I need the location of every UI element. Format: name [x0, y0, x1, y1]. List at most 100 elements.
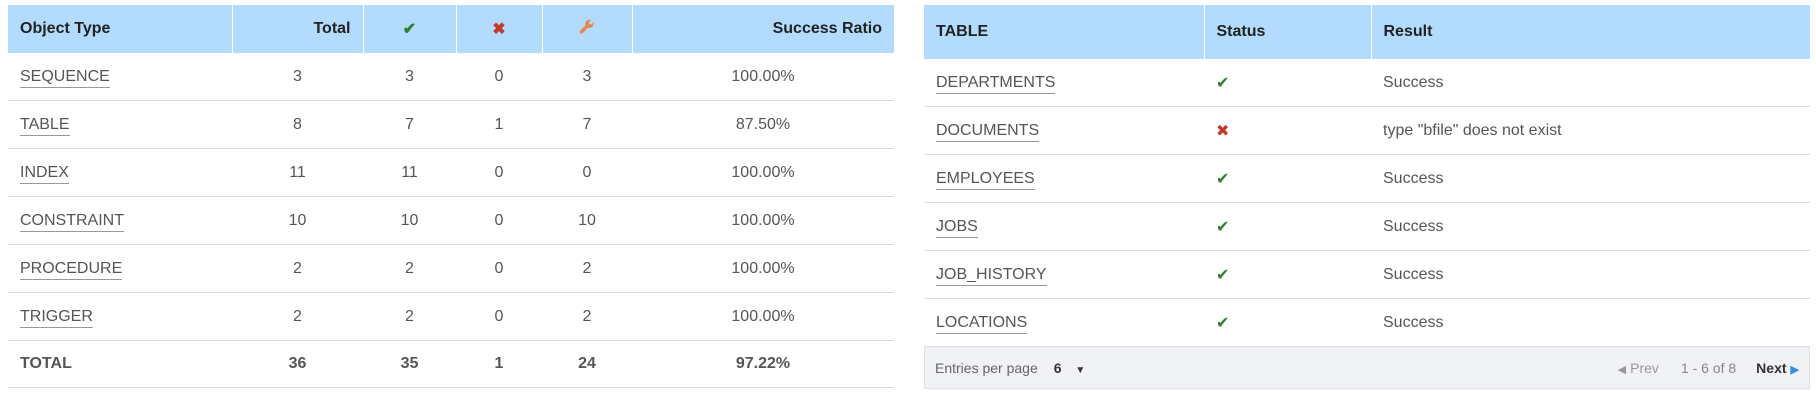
- object-summary-table: Object Type Total ✔ ✖ Success Ratio SEQU…: [8, 5, 894, 388]
- failure-count-cell: 1: [456, 100, 542, 149]
- next-label: Next: [1756, 359, 1787, 376]
- total-cell: 36: [232, 340, 363, 388]
- entries-per-page-select[interactable]: 6 ▼: [1038, 360, 1086, 376]
- object-type-cell: PROCEDURE: [8, 244, 232, 293]
- summary-header-row: Object Type Total ✔ ✖ Success Ratio: [8, 5, 894, 53]
- fixed-count-cell: 24: [542, 340, 632, 388]
- object-type-header[interactable]: Object Type: [8, 5, 233, 53]
- failure-count-cell: 0: [456, 244, 542, 293]
- table-row: SEQUENCE 3 3 0 3 100.00%: [8, 53, 894, 101]
- table-row: PROCEDURE 2 2 0 2 100.00%: [8, 244, 894, 293]
- success-ratio-cell: 97.22%: [632, 340, 894, 388]
- check-icon: ✔: [1216, 170, 1230, 188]
- prev-page-button[interactable]: ◀ Prev: [1618, 360, 1659, 376]
- result-cell: Success: [1371, 154, 1810, 203]
- status-cell: ✔: [1204, 154, 1371, 203]
- object-type-link[interactable]: TRIGGER: [20, 307, 93, 328]
- detail-panel: TABLE Status Result DEPARTMENTS ✔ Succes…: [924, 5, 1810, 389]
- table-name-link[interactable]: LOCATIONS: [936, 313, 1028, 334]
- total-header[interactable]: Total: [232, 5, 364, 53]
- failure-count-cell: 0: [456, 196, 542, 245]
- page-range-text: 1 - 6 of 8: [1680, 359, 1737, 376]
- fixed-count-cell: 0: [542, 148, 632, 197]
- table-row: DEPARTMENTS ✔ Success: [924, 59, 1810, 107]
- result-cell: type "bfile" does not exist: [1371, 106, 1810, 155]
- detail-header-row: TABLE Status Result: [924, 5, 1810, 59]
- table-column-header[interactable]: TABLE: [924, 5, 1205, 59]
- success-ratio-cell: 100.00%: [632, 244, 894, 293]
- total-cell: 2: [232, 292, 363, 341]
- status-cell: ✔: [1204, 202, 1371, 251]
- success-ratio-cell: 100.00%: [632, 292, 894, 341]
- table-name-cell: EMPLOYEES: [924, 154, 1204, 203]
- table-row: EMPLOYEES ✔ Success: [924, 154, 1810, 203]
- success-count-cell: 2: [363, 244, 456, 293]
- success-ratio-cell: 87.50%: [632, 100, 894, 149]
- object-type-link[interactable]: TABLE: [20, 115, 70, 136]
- table-name-link[interactable]: DEPARTMENTS: [936, 73, 1056, 94]
- object-type-link[interactable]: PROCEDURE: [20, 259, 123, 280]
- table-row: JOBS ✔ Success: [924, 202, 1810, 251]
- object-type-link[interactable]: SEQUENCE: [20, 67, 110, 88]
- table-row: DOCUMENTS ✖ type "bfile" does not exist: [924, 106, 1810, 155]
- table-name-cell: DEPARTMENTS: [924, 59, 1204, 107]
- success-header[interactable]: ✔: [363, 5, 457, 53]
- table-row: TRIGGER 2 2 0 2 100.00%: [8, 292, 894, 341]
- fixed-header[interactable]: [542, 5, 633, 53]
- total-row: TOTAL 36 35 1 24 97.22%: [8, 340, 894, 388]
- table-name-link[interactable]: DOCUMENTS: [936, 121, 1040, 142]
- object-type-cell: SEQUENCE: [8, 53, 232, 101]
- object-type-cell: CONSTRAINT: [8, 196, 232, 245]
- failure-count-cell: 0: [456, 53, 542, 101]
- total-cell: 3: [232, 53, 363, 101]
- success-ratio-header[interactable]: Success Ratio: [632, 5, 894, 53]
- fixed-count-cell: 2: [542, 292, 632, 341]
- object-type-cell: TABLE: [8, 100, 232, 149]
- table-row: INDEX 11 11 0 0 100.00%: [8, 148, 894, 197]
- total-cell: 2: [232, 244, 363, 293]
- success-count-cell: 7: [363, 100, 456, 149]
- status-column-header[interactable]: Status: [1204, 5, 1372, 59]
- fixed-count-cell: 3: [542, 53, 632, 101]
- result-column-header[interactable]: Result: [1371, 5, 1810, 59]
- total-label: TOTAL: [8, 340, 232, 388]
- failure-header[interactable]: ✖: [456, 5, 543, 53]
- table-name-cell: LOCATIONS: [924, 298, 1204, 347]
- result-cell: Success: [1371, 59, 1810, 107]
- table-row: LOCATIONS ✔ Success: [924, 298, 1810, 347]
- result-cell: Success: [1371, 298, 1810, 347]
- table-name-link[interactable]: JOB_HISTORY: [936, 265, 1047, 286]
- next-page-button[interactable]: Next ▶: [1756, 360, 1799, 376]
- object-type-cell: TRIGGER: [8, 292, 232, 341]
- wrench-icon: [579, 19, 595, 39]
- total-cell: 10: [232, 196, 363, 245]
- table-name-cell: DOCUMENTS: [924, 106, 1204, 155]
- success-ratio-cell: 100.00%: [632, 148, 894, 197]
- fixed-count-cell: 2: [542, 244, 632, 293]
- prev-label: Prev: [1630, 359, 1659, 376]
- result-cell: Success: [1371, 250, 1810, 299]
- failure-count-cell: 0: [456, 148, 542, 197]
- pagination-bar: Entries per page 6 ▼ ◀ Prev 1 - 6 of 8 Ne…: [924, 347, 1810, 389]
- success-count-cell: 10: [363, 196, 456, 245]
- check-icon: ✔: [1216, 218, 1230, 236]
- check-icon: ✔: [1216, 314, 1230, 332]
- failure-count-cell: 1: [456, 340, 542, 388]
- table-row: TABLE 8 7 1 7 87.50%: [8, 100, 894, 149]
- table-name-link[interactable]: EMPLOYEES: [936, 169, 1035, 190]
- cross-icon: ✖: [1216, 122, 1230, 140]
- success-ratio-cell: 100.00%: [632, 196, 894, 245]
- total-cell: 8: [232, 100, 363, 149]
- success-count-cell: 3: [363, 53, 456, 101]
- status-cell: ✔: [1204, 250, 1371, 299]
- table-name-link[interactable]: JOBS: [936, 217, 978, 238]
- table-name-cell: JOB_HISTORY: [924, 250, 1204, 299]
- object-type-cell: INDEX: [8, 148, 232, 197]
- success-count-cell: 2: [363, 292, 456, 341]
- object-type-link[interactable]: CONSTRAINT: [20, 211, 124, 232]
- object-type-link[interactable]: INDEX: [20, 163, 69, 184]
- status-cell: ✔: [1204, 298, 1371, 347]
- chevron-right-icon: ▶: [1790, 363, 1799, 376]
- failure-count-cell: 0: [456, 292, 542, 341]
- fixed-count-cell: 7: [542, 100, 632, 149]
